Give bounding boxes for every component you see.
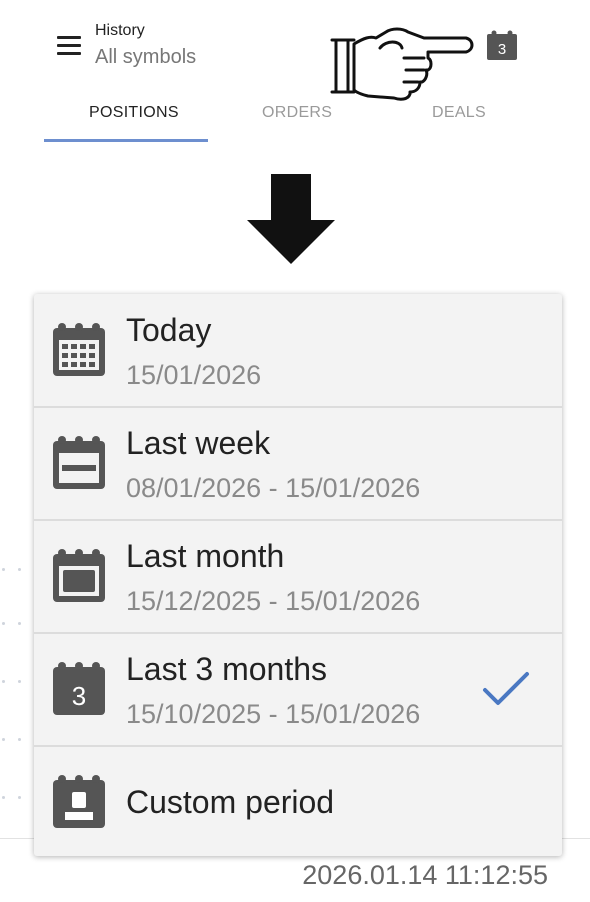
period-item-last-3-months[interactable]: 3 Last 3 months 15/10/2025 - 15/01/2026 xyxy=(34,633,562,747)
period-item-last-week[interactable]: Last week 08/01/2026 - 15/01/2026 xyxy=(34,407,562,521)
period-menu: Today 15/01/2026 Last week 08/01/2026 - … xyxy=(34,294,562,856)
period-label: Last week xyxy=(126,425,271,461)
period-range: 08/01/2026 - 15/01/2026 xyxy=(126,473,421,503)
calendar-custom-icon xyxy=(53,775,105,828)
period-label: Last 3 months xyxy=(126,651,327,687)
calendar-week-icon xyxy=(53,436,105,489)
period-range: 15/12/2025 - 15/01/2026 xyxy=(126,586,421,616)
symbol-filter[interactable]: All symbols xyxy=(95,46,196,69)
period-range: 15/01/2026 xyxy=(126,360,262,390)
active-tab-indicator xyxy=(44,139,208,142)
tab-deals[interactable]: DEALS xyxy=(432,104,486,122)
screen-title: History xyxy=(95,22,145,39)
period-item-custom[interactable]: Custom period xyxy=(34,746,562,856)
period-item-last-month[interactable]: Last month 15/12/2025 - 15/01/2026 xyxy=(34,520,562,634)
deal-timestamp: 2026.01.14 11:12:55 xyxy=(302,860,548,890)
menu-icon[interactable] xyxy=(57,36,81,56)
app-header: History All symbols 3 POSITIONS ORDERS D… xyxy=(0,0,590,150)
pointing-hand-icon xyxy=(330,27,474,101)
calendar-badge: 3 xyxy=(498,41,506,58)
period-label: Last month xyxy=(126,538,285,574)
history-tabs: POSITIONS ORDERS DEALS xyxy=(44,96,544,142)
period-item-today[interactable]: Today 15/01/2026 xyxy=(34,294,562,408)
checkmark-icon xyxy=(483,672,529,705)
calendar-3-text: 3 xyxy=(72,681,86,711)
period-range: 15/10/2025 - 15/01/2026 xyxy=(126,699,421,729)
calendar-period-icon[interactable]: 3 xyxy=(487,30,517,60)
period-label: Custom period xyxy=(126,784,335,820)
down-arrow-icon xyxy=(247,174,335,264)
calendar-month-icon xyxy=(53,549,105,602)
tab-positions[interactable]: POSITIONS xyxy=(89,104,179,122)
tab-orders[interactable]: ORDERS xyxy=(262,104,332,122)
period-label: Today xyxy=(126,312,212,348)
calendar-3-icon: 3 xyxy=(53,662,105,715)
calendar-days-icon xyxy=(53,323,105,376)
